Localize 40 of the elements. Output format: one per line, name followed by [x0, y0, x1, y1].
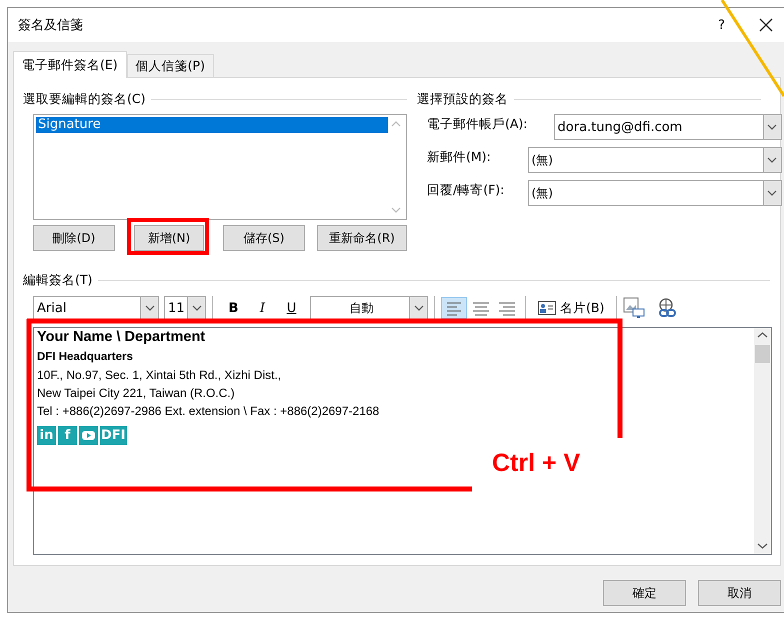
signature-text: 10F., No.97, Sec. 1, Xintai 5th Rd., Xizhi Dist.,: [37, 367, 282, 384]
tab[interactable]: 電子郵件簽名(E): [13, 51, 127, 78]
picture-icon[interactable]: [623, 297, 646, 319]
video-icon[interactable]: [79, 426, 98, 445]
scrollbar-thumb[interactable]: [755, 345, 770, 363]
underline-button[interactable]: U: [277, 300, 306, 316]
signature-text: Your Name \ Department: [37, 329, 206, 347]
cancel-button[interactable]: 取消: [698, 580, 781, 606]
bold-button[interactable]: B: [219, 300, 248, 316]
group-heading: 選擇預設的簽名: [417, 90, 508, 108]
contact-card-icon: [538, 301, 556, 315]
signature-list[interactable]: Signature: [33, 114, 407, 220]
delete-button[interactable]: 刪除(D): [33, 225, 115, 251]
close-icon[interactable]: [759, 18, 773, 32]
help-button[interactable]: ?: [718, 18, 725, 32]
list-item[interactable]: Signature: [36, 117, 388, 133]
group-heading: 編輯簽名(T): [23, 272, 92, 288]
signature-text: New Taipei City 221, Taiwan (R.O.C.): [37, 385, 236, 402]
font-dropdown[interactable]: Arial: [33, 296, 159, 320]
account-dropdown[interactable]: dora.tung@dfi.com: [554, 114, 782, 140]
size-dropdown[interactable]: 11: [164, 296, 206, 320]
group-heading: 選取要編輯的簽名(C): [23, 90, 146, 108]
signature-text: Tel : +886(2)2697-2986 Ext. extension \ Fax : +886(2)2697-2168: [37, 403, 380, 420]
align-left-button[interactable]: [441, 297, 467, 319]
signature-dropdown[interactable]: (無): [528, 147, 782, 173]
rename-button[interactable]: 重新命名(R): [317, 225, 407, 251]
field-label: 回覆/轉寄(F):: [427, 181, 506, 199]
field-label: 電子郵件帳戶(A):: [427, 115, 528, 133]
signature-text: DFI Headquarters: [37, 350, 134, 365]
italic-button[interactable]: I: [248, 300, 277, 316]
save-button[interactable]: 儲存(S): [223, 225, 305, 251]
callout-label: Ctrl + V: [492, 449, 580, 478]
field-label: 新郵件(M):: [427, 148, 492, 166]
new-button[interactable]: 新增(N): [134, 225, 204, 251]
color-dropdown[interactable]: 自動: [310, 296, 428, 320]
window-title: 簽名及信箋: [18, 17, 84, 34]
ok-button[interactable]: 確定: [603, 580, 686, 606]
tab[interactable]: 個人信箋(P): [126, 54, 214, 77]
business-card-button[interactable]: 名片(B): [532, 300, 610, 316]
signature-dropdown[interactable]: (無): [528, 180, 782, 206]
